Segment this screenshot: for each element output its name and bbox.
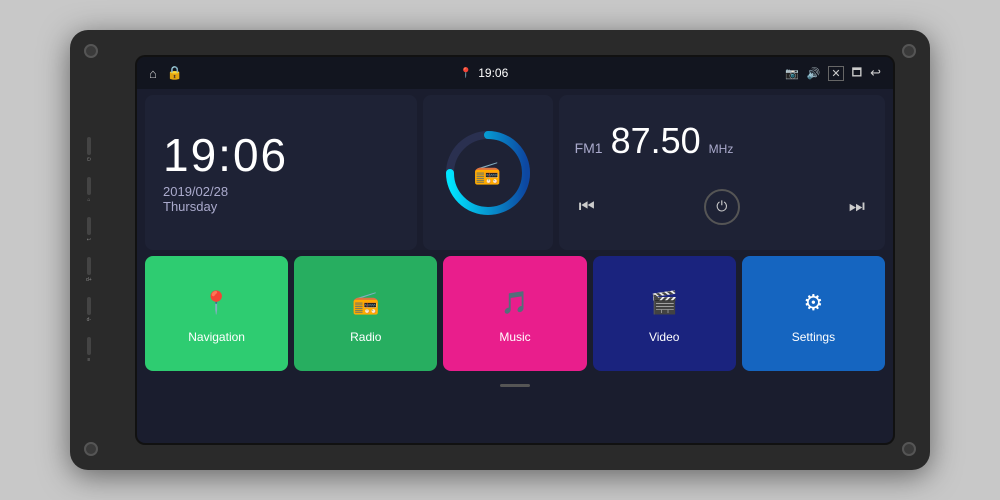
home-button[interactable]: ⌂ <box>87 177 91 203</box>
app-tile-radio[interactable]: 📻 Radio <box>294 256 437 371</box>
navigation-label: Navigation <box>188 330 245 344</box>
power-button[interactable]: ⏻ <box>87 137 91 163</box>
fm-unit: MHz <box>709 142 734 156</box>
back-icon[interactable]: ↩ <box>870 65 881 81</box>
app-tile-navigation[interactable]: 📍 Navigation <box>145 256 288 371</box>
screw-tr <box>902 44 916 58</box>
clock-day: Thursday <box>163 199 399 214</box>
radio-arc-panel[interactable]: 📻 <box>423 95 553 250</box>
music-icon: 🎵 <box>496 284 534 322</box>
vol-up-button[interactable]: d+ <box>86 257 92 283</box>
radio-center-icon: 📻 <box>474 160 501 186</box>
screw-br <box>902 442 916 456</box>
clock-panel: 19:06 2019/02/28 Thursday <box>145 95 417 250</box>
location-icon: 📍 <box>460 68 472 79</box>
close-icon[interactable]: ✕ <box>828 66 843 81</box>
screen: ⌂ 🔒 📍 19:06 📷 🔊 ✕ 🗖 ↩ <box>137 57 893 443</box>
screw-tl <box>84 44 98 58</box>
side-button-panel: ⏻ ⌂ ↩ d+ d- ≡ <box>86 137 92 363</box>
top-row: 19:06 2019/02/28 Thursday <box>145 95 885 250</box>
settings-icon: ⚙ <box>794 284 832 322</box>
radio-app-icon: 📻 <box>347 284 385 322</box>
app-tile-settings[interactable]: ⚙ Settings <box>742 256 885 371</box>
bottom-indicator <box>145 377 885 393</box>
fm-controls: ⏮ ⏻ ⏭ <box>575 189 869 225</box>
home-icon[interactable]: ⌂ <box>149 66 157 81</box>
back-button[interactable]: ↩ <box>87 217 91 243</box>
status-right: 📷 🔊 ✕ 🗖 ↩ <box>785 64 881 83</box>
menu-button[interactable]: ≡ <box>87 337 91 363</box>
clock-date: 2019/02/28 <box>163 184 399 199</box>
radio-label: Radio <box>350 330 381 344</box>
clock-time: 19:06 <box>163 132 399 178</box>
fm-top: FM1 87.50 MHz <box>575 120 869 162</box>
fm-panel: FM1 87.50 MHz ⏮ ⏻ ⏭ <box>559 95 885 250</box>
fm-power-button[interactable]: ⏻ <box>704 189 740 225</box>
music-label: Music <box>499 330 530 344</box>
status-center: 📍 19:06 <box>460 66 508 80</box>
window-icon[interactable]: 🗖 <box>852 64 862 83</box>
screw-bl <box>84 442 98 456</box>
status-time: 19:06 <box>478 66 508 80</box>
status-bar: ⌂ 🔒 📍 19:06 📷 🔊 ✕ 🗖 ↩ <box>137 57 893 89</box>
device-body: ⏻ ⌂ ↩ d+ d- ≡ ⌂ 🔒 <box>70 30 930 470</box>
video-label: Video <box>649 330 679 344</box>
lock-icon: 🔒 <box>167 65 183 81</box>
app-tile-video[interactable]: 🎬 Video <box>593 256 736 371</box>
vol-down-button[interactable]: d- <box>87 297 91 323</box>
volume-icon[interactable]: 🔊 <box>807 67 821 80</box>
app-tile-music[interactable]: 🎵 Music <box>443 256 586 371</box>
camera-icon[interactable]: 📷 <box>785 67 799 80</box>
prev-track-button[interactable]: ⏮ <box>579 196 595 217</box>
page-indicator-dot <box>500 384 530 387</box>
settings-label: Settings <box>792 330 835 344</box>
fm-band: FM1 <box>575 140 603 156</box>
status-left: ⌂ 🔒 <box>149 65 183 81</box>
apps-row: 📍 Navigation 📻 Radio 🎵 Music 🎬 Video <box>145 256 885 371</box>
next-track-button[interactable]: ⏭ <box>849 196 865 217</box>
screen-bezel: ⌂ 🔒 📍 19:06 📷 🔊 ✕ 🗖 ↩ <box>135 55 895 445</box>
navigation-icon: 📍 <box>198 284 236 322</box>
main-content: 19:06 2019/02/28 Thursday <box>137 89 893 443</box>
video-icon: 🎬 <box>645 284 683 322</box>
fm-frequency: 87.50 <box>611 120 701 162</box>
